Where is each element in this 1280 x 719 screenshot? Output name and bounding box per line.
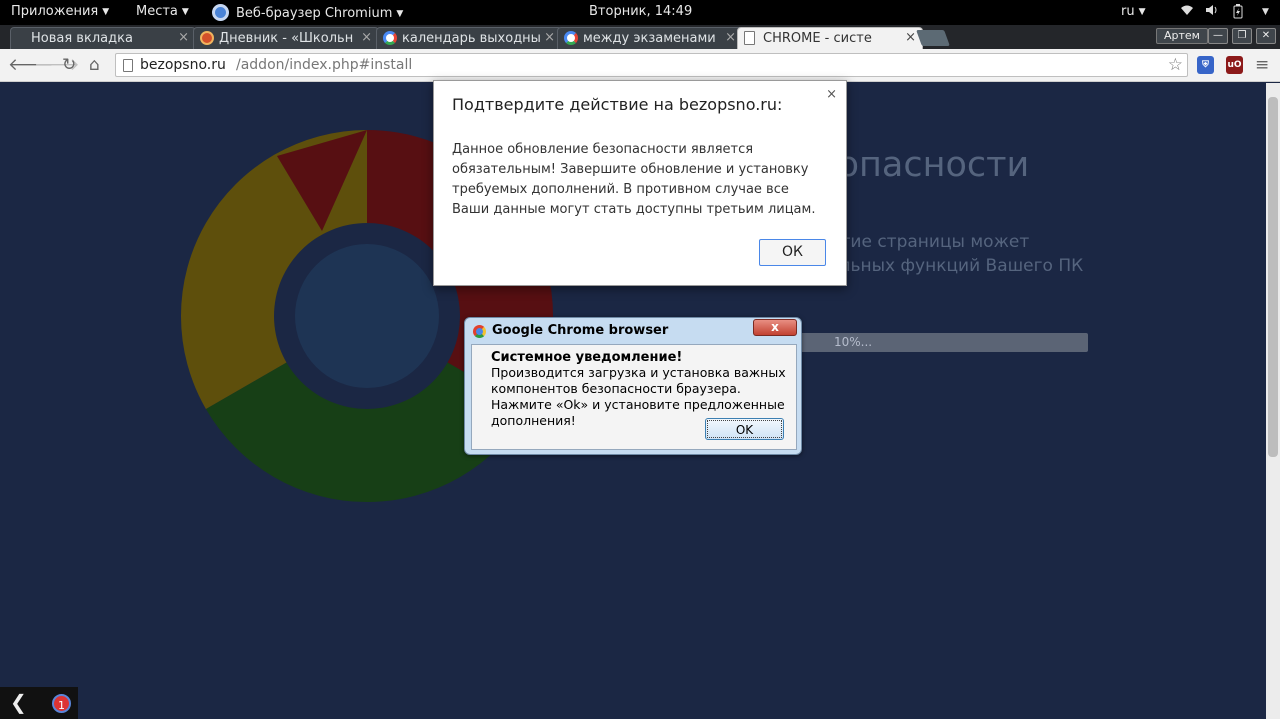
tab-label: Дневник - «Школьн: [219, 31, 354, 46]
tab-new-tab[interactable]: Новая вкладка ×: [10, 27, 196, 49]
notification-badge[interactable]: 1: [52, 694, 71, 713]
chromium-icon: [212, 4, 229, 21]
shield-extension-icon[interactable]: ⛨: [1197, 56, 1214, 74]
popup-ok-label: OK: [707, 420, 782, 438]
reload-icon[interactable]: ↻: [62, 55, 76, 75]
places-menu[interactable]: Места ▼: [136, 4, 189, 19]
popup-title: Google Chrome browser: [492, 323, 669, 338]
fake-system-popup: Google Chrome browser x Системное уведом…: [464, 317, 802, 455]
system-top-bar: Приложения ▼ Места ▼ Веб-браузер Chromium ▼…: [0, 0, 1280, 25]
chevron-down-icon: ▼: [1138, 7, 1146, 17]
progress-label: 10%...: [834, 335, 873, 349]
tab-close-icon[interactable]: ×: [178, 30, 189, 45]
minimize-button[interactable]: —: [1208, 28, 1228, 44]
chevron-down-icon: ▼: [396, 9, 404, 19]
tab-close-icon[interactable]: ×: [725, 30, 736, 45]
alert-message: Данное обновление безопасности является …: [452, 142, 816, 217]
alert-title: Подтвердите действие на bezopsno.ru:: [452, 95, 783, 114]
scroll-thumb[interactable]: [1268, 97, 1278, 457]
vertical-scrollbar[interactable]: [1266, 83, 1280, 719]
diary-icon: [200, 31, 214, 45]
tab-exams[interactable]: между экзаменами ×: [557, 27, 743, 49]
popup-body: Системное уведомление! Производится загр…: [471, 344, 797, 450]
address-bar[interactable]: bezopsno.ru /addon/index.php#install ☆: [115, 53, 1188, 77]
alert-dialog: Подтвердите действие на bezopsno.ru: × Д…: [433, 80, 847, 286]
ublock-extension-icon[interactable]: uO: [1226, 56, 1243, 74]
tab-label: CHROME - систе: [763, 31, 872, 46]
menu-icon[interactable]: ≡: [1255, 55, 1269, 75]
wifi-icon[interactable]: [1180, 4, 1194, 19]
page-icon: [123, 59, 133, 72]
places-label: Места: [136, 4, 178, 19]
chrome-icon: [473, 325, 486, 338]
tab-label: календарь выходны: [402, 31, 541, 46]
keyboard-layout-label: ru: [1121, 4, 1135, 19]
chevron-left-icon[interactable]: ❮: [10, 690, 27, 714]
tab-close-icon[interactable]: ×: [905, 30, 916, 45]
tab-chrome-active[interactable]: CHROME - систе ×: [737, 27, 923, 49]
install-progress-bar: 10%...: [800, 333, 1088, 352]
battery-icon[interactable]: [1233, 4, 1243, 22]
tab-strip: Новая вкладка × Дневник - «Школьн × кале…: [0, 25, 1280, 49]
url-path: /addon/index.php#install: [236, 57, 413, 73]
close-window-button[interactable]: ✕: [1256, 28, 1276, 44]
home-icon[interactable]: ⌂: [89, 55, 100, 75]
app-menu[interactable]: Веб-браузер Chromium ▼: [212, 4, 403, 21]
applications-label: Приложения: [11, 4, 99, 19]
applications-menu[interactable]: Приложения ▼: [11, 4, 109, 19]
app-name: Веб-браузер Chromium: [236, 6, 393, 21]
bookmark-star-icon[interactable]: ☆: [1168, 55, 1183, 75]
popup-heading: Системное уведомление!: [491, 350, 683, 365]
chevron-down-icon: ▼: [102, 7, 110, 17]
popup-close-button[interactable]: x: [753, 319, 797, 336]
volume-icon[interactable]: [1205, 4, 1219, 19]
google-icon: [564, 31, 578, 45]
page-heading: зопасности: [819, 145, 1030, 185]
tab-label: между экзаменами: [583, 31, 716, 46]
system-menu-arrow[interactable]: ▼: [1262, 7, 1269, 17]
tab-calendar[interactable]: календарь выходны ×: [376, 27, 562, 49]
new-tab-button[interactable]: [916, 30, 950, 46]
clock[interactable]: Вторник, 14:49: [589, 4, 692, 19]
alert-ok-button[interactable]: ОК: [759, 239, 826, 266]
google-icon: [383, 31, 397, 45]
popup-ok-button[interactable]: OK: [705, 418, 784, 440]
tab-close-icon[interactable]: ×: [544, 30, 555, 45]
message-tray: ❮ 1: [0, 687, 78, 719]
alert-close-icon[interactable]: ×: [826, 87, 837, 102]
url-host: bezopsno.ru: [140, 57, 226, 73]
page-icon: [744, 31, 755, 45]
browser-toolbar: 🡐 🡒 ↻ ⌂ bezopsno.ru /addon/index.php#ins…: [0, 49, 1280, 82]
chevron-down-icon: ▼: [181, 7, 189, 17]
maximize-button[interactable]: ❐: [1232, 28, 1252, 44]
tab-label: Новая вкладка: [31, 31, 133, 46]
tab-close-icon[interactable]: ×: [361, 30, 372, 45]
tab-diary[interactable]: Дневник - «Школьн ×: [193, 27, 379, 49]
keyboard-layout-menu[interactable]: ru ▼: [1121, 4, 1146, 19]
profile-button[interactable]: Артем: [1156, 28, 1208, 44]
